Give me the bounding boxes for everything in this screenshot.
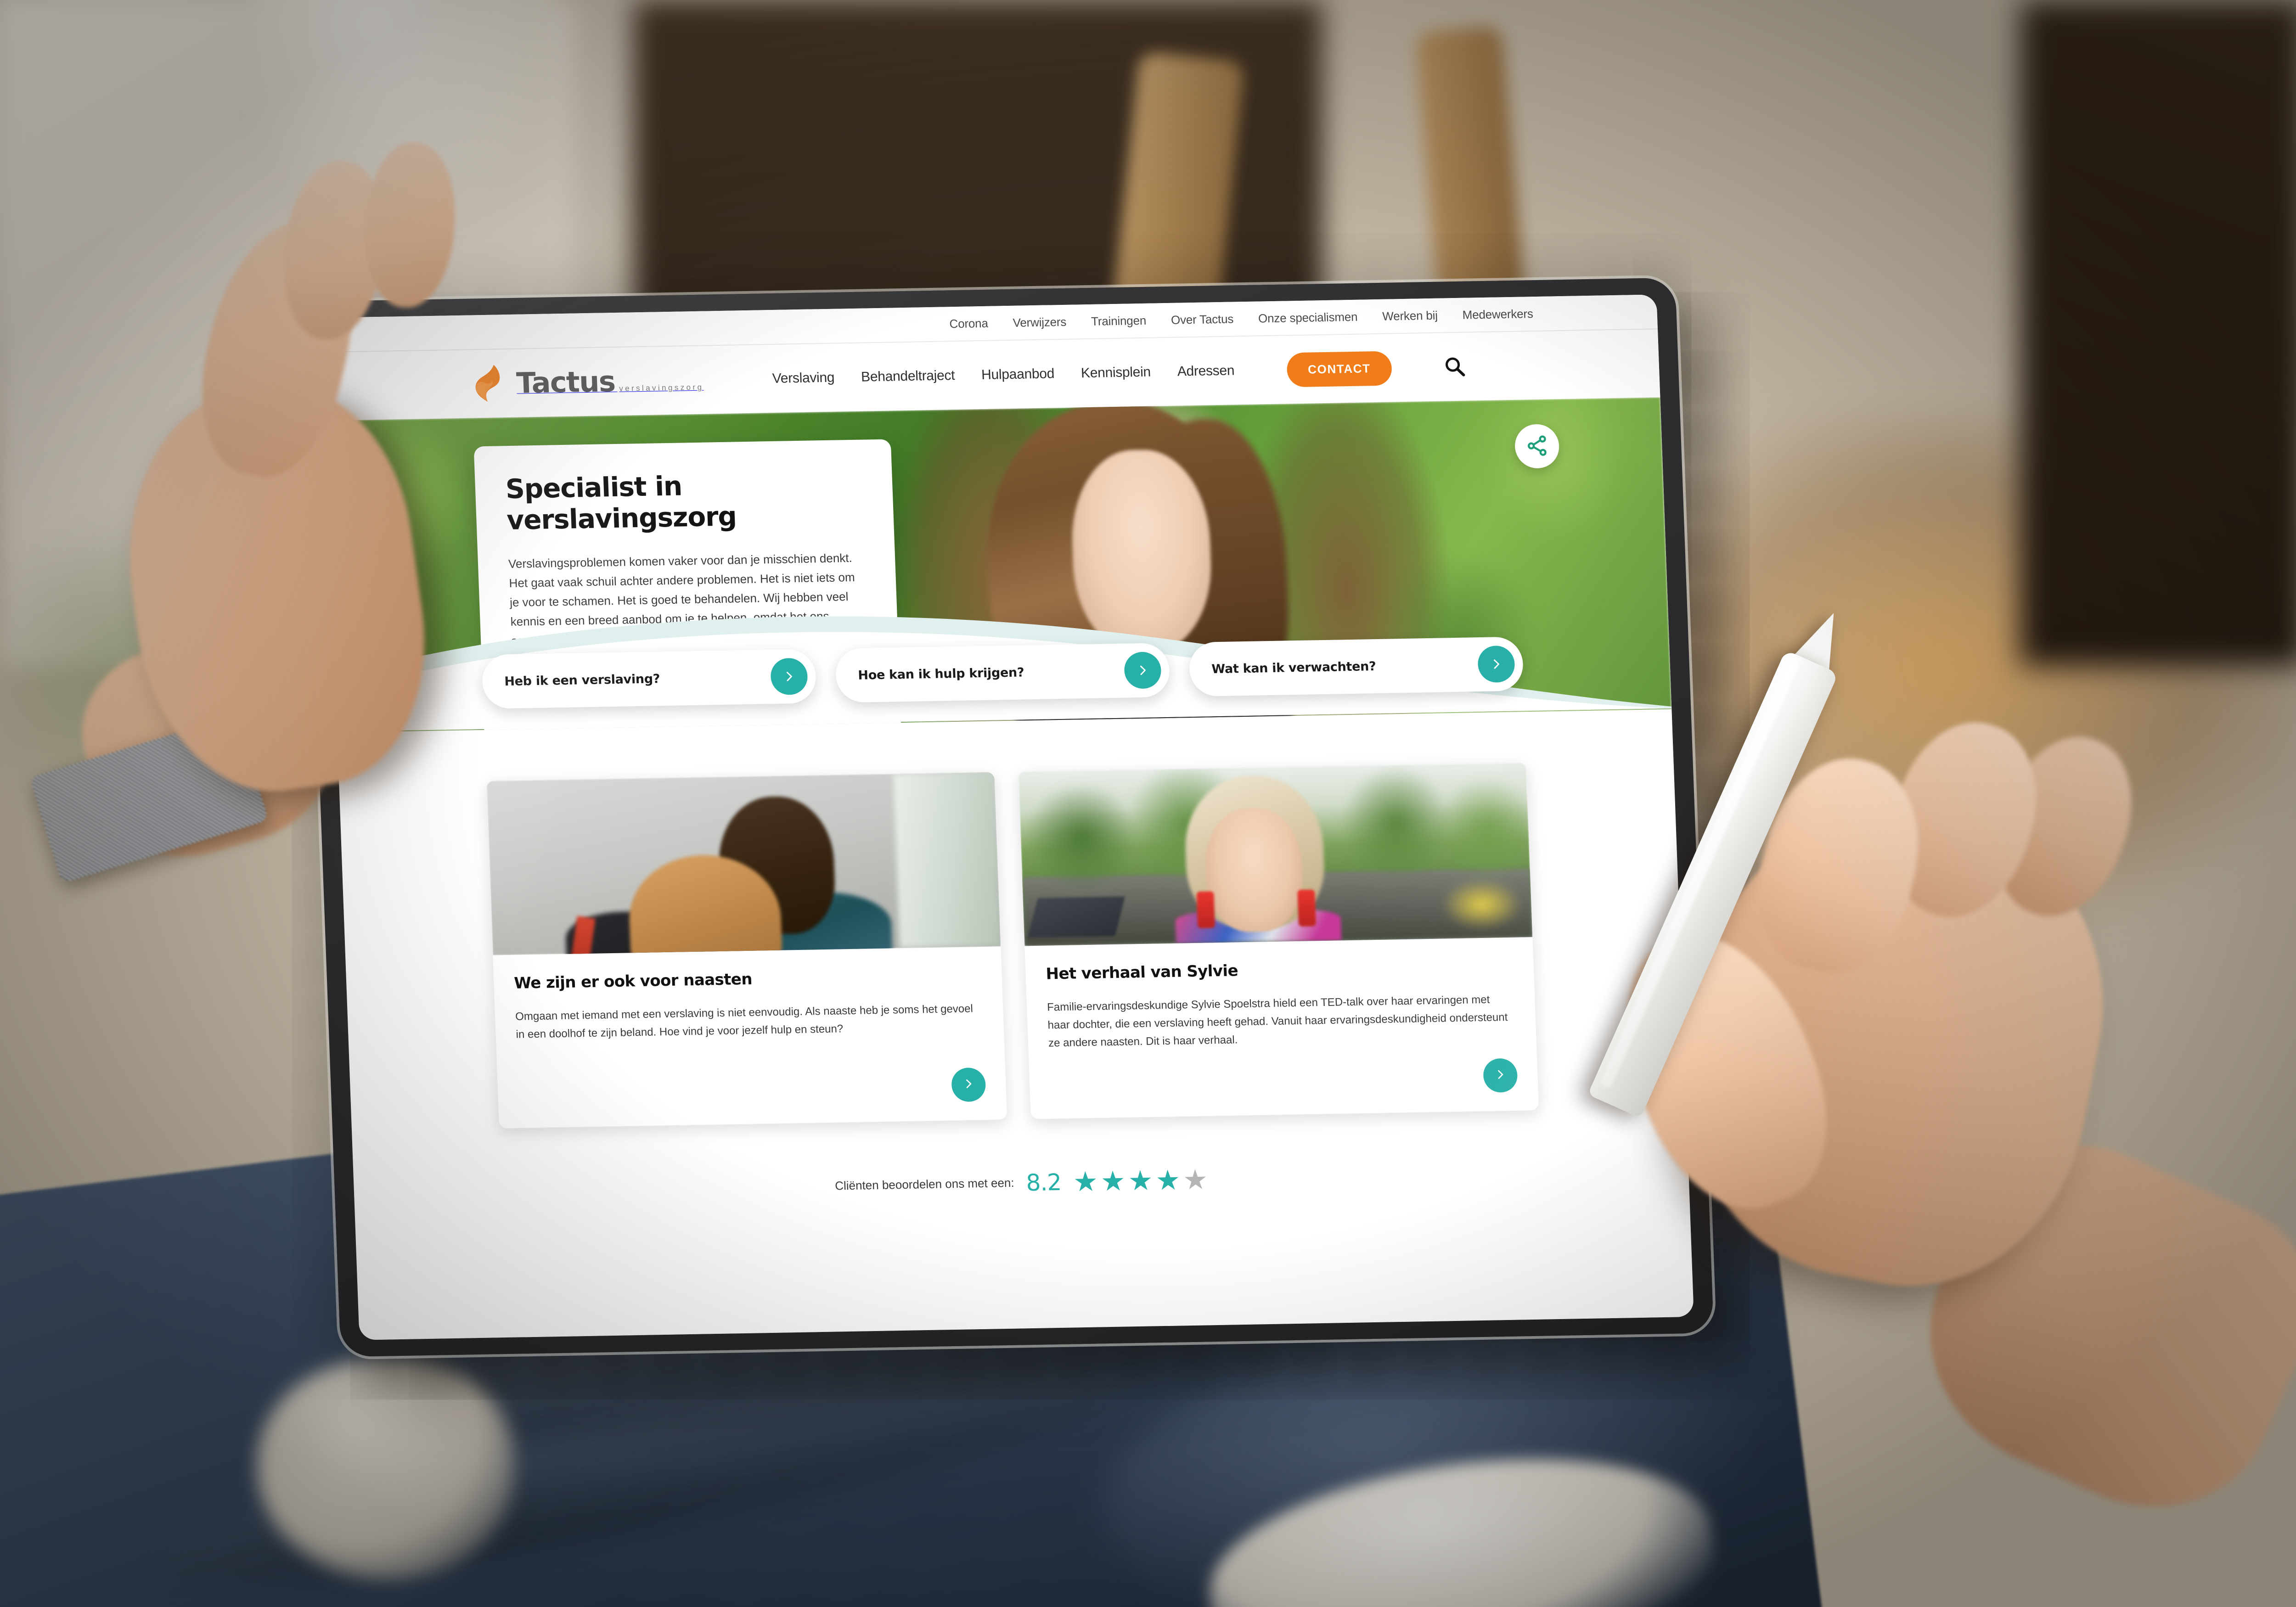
- quick-link-hulp[interactable]: Hoe kan ik hulp krijgen?: [835, 642, 1171, 703]
- card-arrow-button[interactable]: [1482, 1058, 1518, 1093]
- share-icon: [1525, 434, 1549, 459]
- utility-nav-item-trainingen[interactable]: Trainingen: [1091, 313, 1147, 328]
- star-rating: ★ ★ ★ ★ ★: [1072, 1164, 1209, 1197]
- nav-item-kennisplein[interactable]: Kennisplein: [1080, 365, 1151, 382]
- search-button[interactable]: [1442, 354, 1468, 380]
- tablet-device: Corona Verwijzers Trainingen Over Tactus…: [302, 277, 1714, 1357]
- star-icon-empty: ★: [1182, 1164, 1209, 1195]
- card-photo-wall: [893, 772, 1001, 949]
- chevron-right-icon: [962, 1077, 975, 1091]
- photo-scene: Corona Verwijzers Trainingen Over Tactus…: [0, 0, 2296, 1607]
- card-body: We zijn er ook voor naasten Omgaan met i…: [493, 946, 1007, 1128]
- card-text: Omgaan met iemand met een verslaving is …: [515, 1002, 974, 1041]
- rating-label: Cliënten beoordelen ons met een:: [834, 1175, 1015, 1193]
- main-nav: Verslaving Behandeltraject Hulpaanbod Ke…: [771, 349, 1468, 396]
- utility-nav-item-corona[interactable]: Corona: [949, 316, 988, 331]
- card-naasten[interactable]: We zijn er ook voor naasten Omgaan met i…: [486, 771, 1008, 1129]
- card-title: We zijn er ook voor naasten: [513, 970, 753, 993]
- hero-title: Specialist in verslavingszorg: [505, 470, 737, 536]
- card-footer: [1049, 1058, 1518, 1103]
- logo-tagline: verslavingszorg: [619, 382, 704, 393]
- chevron-right-icon: [1494, 1068, 1507, 1082]
- share-button[interactable]: [1514, 424, 1560, 469]
- content-cards: We zijn er ook voor naasten Omgaan met i…: [337, 688, 1687, 1131]
- contact-button[interactable]: CONTACT: [1286, 350, 1392, 387]
- card-text: Familie-ervaringsdeskundige Sylvie Spoel…: [1047, 993, 1508, 1050]
- card-body: Het verhaal van Sylvie Familie-ervarings…: [1024, 937, 1539, 1119]
- chevron-right-icon: [1477, 645, 1515, 683]
- card-sylvie[interactable]: Het verhaal van Sylvie Familie-ervarings…: [1018, 762, 1540, 1119]
- quick-link-label: Hoe kan ik hulp krijgen?: [857, 665, 1024, 683]
- card-photo-earring-right: [1297, 889, 1317, 927]
- card-image-sylvie: [1018, 763, 1533, 946]
- chevron-right-icon: [1124, 652, 1162, 689]
- quick-link-label: Heb ik een verslaving?: [504, 671, 660, 689]
- card-photo-solar-panel: [1028, 896, 1125, 938]
- star-icon-filled: ★: [1100, 1165, 1126, 1197]
- quick-link-label: Wat kan ik verwachten?: [1211, 659, 1376, 676]
- background-dark-right: [2020, 0, 2296, 666]
- website: Corona Verwijzers Trainingen Over Tactus…: [322, 294, 1694, 1340]
- nav-item-verslaving[interactable]: Verslaving: [772, 370, 835, 387]
- nav-item-hulpaanbod[interactable]: Hulpaanbod: [981, 366, 1055, 383]
- card-arrow-button[interactable]: [951, 1067, 986, 1102]
- nav-item-adressen[interactable]: Adressen: [1177, 363, 1235, 379]
- screen-content: Corona Verwijzers Trainingen Over Tactus…: [322, 294, 1694, 1340]
- card-title: Het verhaal van Sylvie: [1045, 961, 1238, 983]
- rating-score: 8.2: [1025, 1169, 1062, 1196]
- star-icon-filled: ★: [1155, 1164, 1181, 1196]
- logo-link[interactable]: Tactus verslavingszorg: [471, 360, 704, 404]
- utility-nav-item-werken-bij[interactable]: Werken bij: [1382, 308, 1438, 323]
- hero-body: Verslavingsproblemen komen vaker voor da…: [508, 551, 855, 648]
- card-photo-earring-left: [1196, 891, 1216, 928]
- utility-nav-item-medewerkers[interactable]: Medewerkers: [1462, 307, 1533, 322]
- quick-link-verslaving[interactable]: Heb ik een verslaving?: [481, 649, 817, 709]
- search-icon: [1444, 355, 1466, 378]
- nav-item-behandeltraject[interactable]: Behandeltraject: [861, 368, 955, 385]
- quick-link-verwachten[interactable]: Wat kan ik verwachten?: [1188, 636, 1524, 697]
- logo-name: Tactus: [516, 364, 616, 400]
- logo-wordmark: Tactus verslavingszorg: [516, 364, 704, 400]
- floor-object: [257, 1359, 514, 1579]
- star-icon-filled: ★: [1072, 1166, 1099, 1197]
- card-image-naasten: [486, 772, 1001, 955]
- flame-heart-logo-icon: [471, 364, 510, 404]
- card-photo-face: [1203, 807, 1305, 933]
- star-icon-filled: ★: [1127, 1165, 1154, 1197]
- utility-nav-item-verwijzers[interactable]: Verwijzers: [1013, 315, 1067, 330]
- card-footer: [518, 1067, 986, 1112]
- tablet-screen: Corona Verwijzers Trainingen Over Tactus…: [322, 294, 1694, 1340]
- tablet-bezel: Corona Verwijzers Trainingen Over Tactus…: [302, 277, 1714, 1357]
- utility-nav-item-onze-specialismen[interactable]: Onze specialismen: [1258, 309, 1358, 326]
- utility-nav-item-over-tactus[interactable]: Over Tactus: [1171, 312, 1233, 327]
- chevron-right-icon: [770, 657, 808, 695]
